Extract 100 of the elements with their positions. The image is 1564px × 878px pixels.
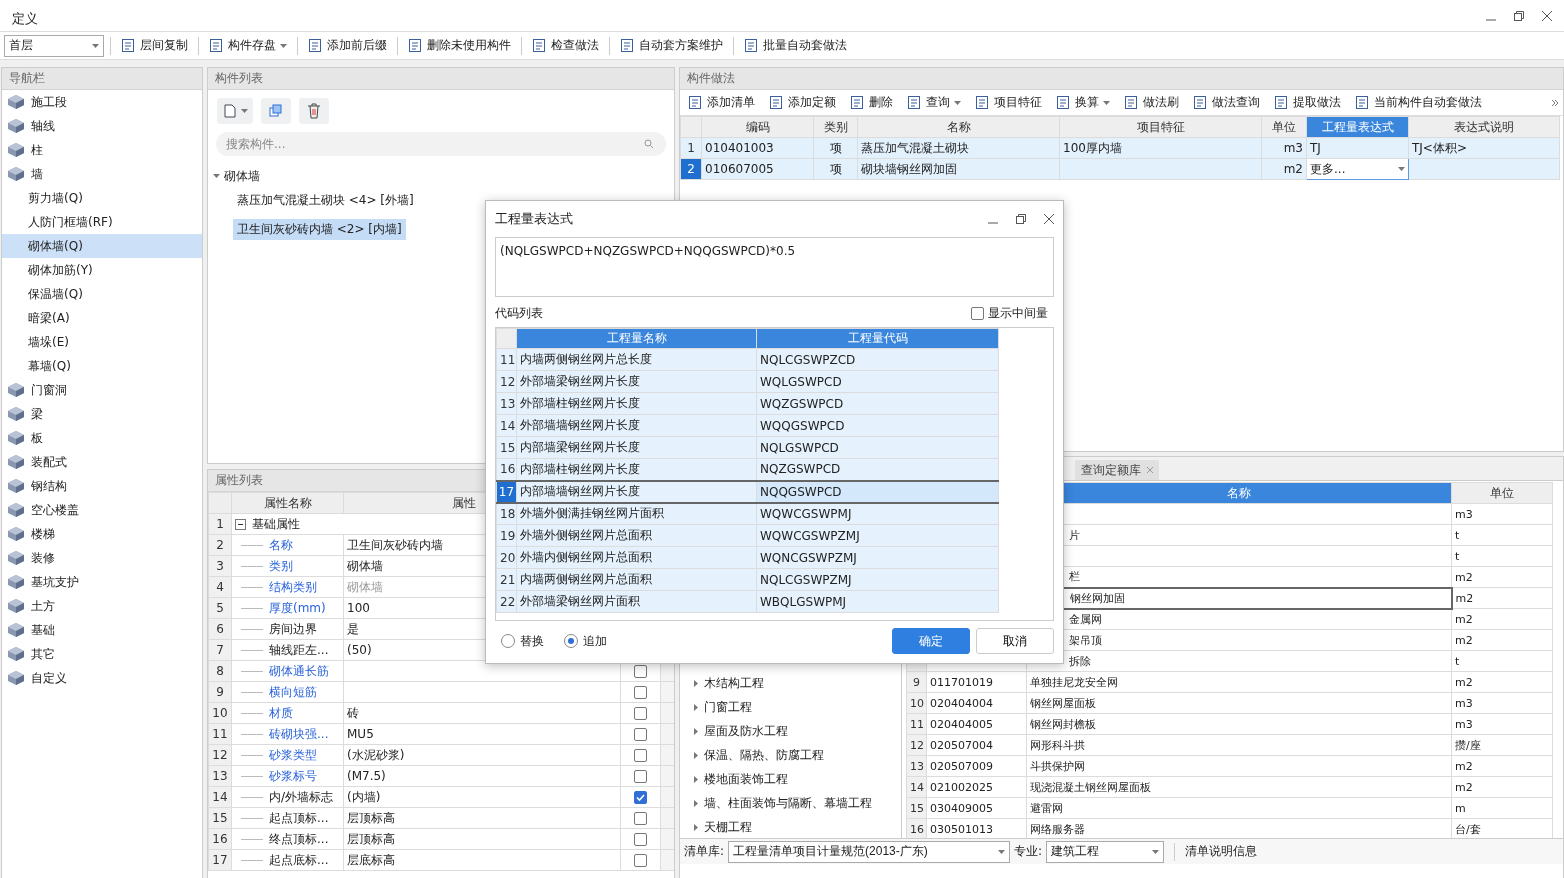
new-button[interactable] <box>217 98 253 124</box>
row-number[interactable]: 20 <box>496 546 517 569</box>
table-cell[interactable]: 外墙外侧满挂钢丝网片面积 <box>516 502 757 525</box>
nav-item[interactable]: 幕墙(Q) <box>2 354 202 378</box>
table-cell[interactable]: NQZGSWPCD <box>756 458 999 481</box>
nav-item[interactable]: 其它 <box>2 642 202 666</box>
table-cell[interactable]: 内部墙墙钢丝网片长度 <box>516 480 757 503</box>
checkbox[interactable] <box>634 832 647 846</box>
toolbar-button[interactable]: 构件存盘 <box>205 35 291 56</box>
nav-item[interactable]: 装配式 <box>2 450 202 474</box>
expression-field[interactable]: (NQLGSWPCD+NQZGSWPCD+NQQGSWPCD)*0.5 <box>495 237 1054 297</box>
row-number[interactable]: 21 <box>496 568 517 591</box>
column-header[interactable]: 名称 <box>857 116 1060 138</box>
toolbar-button[interactable]: 添加前后缀 <box>304 35 391 56</box>
radio-button[interactable]: 替换 <box>495 631 550 651</box>
column-header[interactable]: 工程量表达式 <box>1307 117 1408 137</box>
nav-item[interactable]: 装修 <box>2 546 202 570</box>
table-cell[interactable]: NQLCGSWPZCD <box>756 348 999 371</box>
table-cell[interactable]: 内墙两侧钢丝网片总面积 <box>516 568 757 591</box>
table-cell[interactable]: 外墙内侧钢丝网片总面积 <box>516 546 757 569</box>
floor-dropdown[interactable]: 首层 <box>4 34 104 57</box>
toolbar-button[interactable]: 提取做法 <box>1270 92 1345 113</box>
collapse-icon[interactable] <box>235 518 246 530</box>
tree-item[interactable]: 保温、隔热、防腐工程 <box>704 746 824 764</box>
row-number[interactable]: 12 <box>496 370 517 393</box>
table-cell[interactable]: 内墙两侧钢丝网片总长度 <box>516 348 757 371</box>
table-cell[interactable]: 内部墙梁钢丝网片长度 <box>516 436 757 459</box>
row-number[interactable]: 17 <box>497 482 516 501</box>
nav-item[interactable]: 钢结构 <box>2 474 202 498</box>
tree-item[interactable]: 屋面及防水工程 <box>704 722 788 740</box>
tree-item[interactable]: 楼地面装饰工程 <box>704 770 788 788</box>
checkbox[interactable] <box>634 727 647 741</box>
checkbox[interactable] <box>634 790 647 804</box>
column-header[interactable]: 单位 <box>1261 116 1307 138</box>
tree-group[interactable]: 砌体墙 <box>224 167 260 185</box>
row-number[interactable]: 14 <box>496 414 517 437</box>
nav-item[interactable]: 基坑支护 <box>2 570 202 594</box>
nav-item[interactable]: 墙垛(E) <box>2 330 202 354</box>
row-number[interactable]: 19 <box>496 524 517 547</box>
table-cell[interactable]: 内部墙柱钢丝网片长度 <box>516 458 757 481</box>
toolbar-button[interactable]: 查询 <box>903 92 965 113</box>
table-cell[interactable]: NQLCGSWPZMJ <box>756 568 999 591</box>
row-number[interactable]: 18 <box>496 502 517 525</box>
more-icon[interactable] <box>1551 98 1559 107</box>
toolbar-button[interactable]: 换算 <box>1052 92 1114 113</box>
table-cell[interactable]: WQQGSWPCD <box>756 414 999 437</box>
confirm-button[interactable]: 确定 <box>892 628 970 654</box>
nav-item[interactable]: 施工段 <box>2 90 202 114</box>
column-header[interactable]: 类别 <box>813 116 858 138</box>
copy-button[interactable] <box>261 98 291 124</box>
table-cell[interactable]: WQWCGSWPZMJ <box>756 524 999 547</box>
nav-item[interactable]: 自定义 <box>2 666 202 690</box>
tree-item[interactable]: 卫生间灰砂砖内墙 <2> [内墙] <box>233 219 406 240</box>
tree-item[interactable]: 木结构工程 <box>704 674 764 692</box>
search-field[interactable]: 搜索构件... <box>216 132 666 156</box>
table-cell[interactable]: NQLGSWPCD <box>756 436 999 459</box>
row-number[interactable]: 13 <box>496 392 517 415</box>
nav-item[interactable]: 楼梯 <box>2 522 202 546</box>
row-number[interactable]: 11 <box>496 348 517 371</box>
cancel-button[interactable]: 取消 <box>976 628 1054 654</box>
column-header[interactable]: 项目特征 <box>1059 116 1262 138</box>
restore-icon[interactable] <box>1016 214 1026 224</box>
toolbar-button[interactable]: 当前构件自动套做法 <box>1351 92 1486 113</box>
delete-button[interactable] <box>299 98 329 124</box>
row-number[interactable]: 2 <box>681 159 701 179</box>
table-cell[interactable]: 外部墙梁钢丝网片面积 <box>516 590 757 613</box>
close-icon[interactable] <box>1542 10 1552 21</box>
toolbar-button[interactable]: 批量自动套做法 <box>740 35 851 56</box>
table-cell[interactable]: 外部墙梁钢丝网片长度 <box>516 370 757 393</box>
column-header[interactable]: 编码 <box>701 116 814 138</box>
tree-item[interactable]: 蒸压加气混凝土砌块 <4> [外墙] <box>233 190 418 211</box>
tree-item[interactable]: 天棚工程 <box>704 818 752 836</box>
nav-item[interactable]: 轴线 <box>2 114 202 138</box>
table-cell[interactable]: WBQLGSWPMJ <box>756 590 999 613</box>
close-icon[interactable] <box>1044 214 1054 224</box>
toolbar-button[interactable]: 删除 <box>846 92 897 113</box>
nav-item[interactable]: 门窗洞 <box>2 378 202 402</box>
table-cell[interactable]: WQZGSWPCD <box>756 392 999 415</box>
nav-item[interactable]: 剪力墙(Q) <box>2 186 202 210</box>
table-cell[interactable]: NQQGSWPCD <box>756 480 999 503</box>
nav-item[interactable]: 梁 <box>2 402 202 426</box>
row-number[interactable]: 22 <box>496 590 517 613</box>
nav-item[interactable]: 暗梁(A) <box>2 306 202 330</box>
table-cell[interactable]: WQNCGSWPZMJ <box>756 546 999 569</box>
specialty-dropdown[interactable]: 建筑工程 <box>1046 840 1165 863</box>
checkbox[interactable] <box>634 748 647 762</box>
restore-icon[interactable] <box>1514 10 1524 21</box>
radio-button[interactable]: 追加 <box>558 631 613 651</box>
table-cell[interactable]: 外部墙墙钢丝网片长度 <box>516 414 757 437</box>
tree-item[interactable]: 门窗工程 <box>704 698 752 716</box>
toolbar-button[interactable]: 项目特征 <box>971 92 1046 113</box>
tree-item[interactable]: 墙、柱面装饰与隔断、幕墙工程 <box>704 794 872 812</box>
tab[interactable]: 查询定额库 <box>1075 460 1159 480</box>
nav-item[interactable]: 土方 <box>2 594 202 618</box>
toolbar-button[interactable]: 删除未使用构件 <box>404 35 515 56</box>
checkbox[interactable]: 显示中间量 <box>965 303 1054 323</box>
checkbox[interactable] <box>634 685 647 699</box>
checkbox[interactable] <box>634 706 647 720</box>
nav-item[interactable]: 空心楼盖 <box>2 498 202 522</box>
nav-item[interactable]: 人防门框墙(RF) <box>2 210 202 234</box>
